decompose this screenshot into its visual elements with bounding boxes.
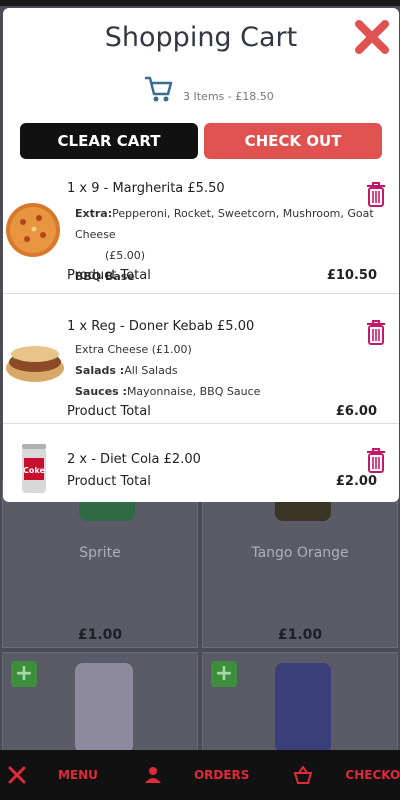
cutlery-icon bbox=[8, 766, 26, 784]
rio-can-image bbox=[75, 663, 133, 753]
pizza-image bbox=[6, 203, 60, 257]
top-bar bbox=[0, 0, 400, 6]
product-card-sprite[interactable]: Sprite £1.00 bbox=[2, 480, 198, 648]
close-icon[interactable] bbox=[353, 18, 391, 56]
product-total-label: Product Total bbox=[67, 404, 151, 419]
nav-menu[interactable]: MENU bbox=[8, 750, 98, 800]
checkout-button[interactable]: CHECK OUT bbox=[204, 123, 382, 159]
pepsi-can-image bbox=[275, 663, 331, 753]
nav-menu-label: MENU bbox=[58, 768, 98, 782]
product-card-pepsi[interactable]: + bbox=[202, 652, 398, 753]
clear-cart-button[interactable]: CLEAR CART bbox=[20, 123, 198, 159]
item-options: Extra Cheese (£1.00) Salads :All Salads … bbox=[75, 339, 395, 402]
kebab-image bbox=[6, 346, 64, 382]
product-price: £1.00 bbox=[277, 627, 323, 643]
product-total-label: Product Total bbox=[67, 268, 151, 283]
add-product-button[interactable]: + bbox=[211, 661, 237, 687]
salads-text: All Salads bbox=[124, 364, 178, 377]
cart-item: Coke 2 x - Diet Cola £2.00 Product Total… bbox=[3, 424, 399, 502]
product-name: Tango Orange bbox=[251, 545, 349, 561]
nav-orders[interactable]: ORDERS bbox=[144, 750, 249, 800]
extra-label: Extra: bbox=[75, 207, 113, 220]
bottom-nav: MENU ORDERS CHECKOUT bbox=[0, 750, 400, 800]
salads-label: Salads : bbox=[75, 364, 125, 377]
add-product-button[interactable]: + bbox=[11, 661, 37, 687]
product-price: £1.00 bbox=[77, 627, 123, 643]
nav-orders-label: ORDERS bbox=[193, 768, 250, 782]
product-name: Sprite bbox=[79, 545, 121, 561]
svg-text:Coke: Coke bbox=[23, 466, 45, 475]
trash-icon[interactable] bbox=[365, 446, 387, 474]
shopping-cart-modal: Shopping Cart 3 Items - £18.50 CLEAR CAR… bbox=[3, 8, 399, 502]
user-icon bbox=[144, 767, 161, 783]
product-total-value: £10.50 bbox=[326, 268, 377, 283]
product-total-value: £2.00 bbox=[335, 474, 377, 489]
cart-item: 1 x 9 - Margherita £5.50 Extra:Pepperoni… bbox=[3, 170, 399, 294]
nav-checkout-label: CHECKOUT bbox=[345, 768, 400, 782]
item-line: 1 x 9 - Margherita £5.50 bbox=[67, 181, 225, 196]
sauces-text: Mayonnaise, BBQ Sauce bbox=[126, 385, 261, 398]
cart-icon bbox=[145, 76, 173, 101]
diet-cola-can-image: Coke bbox=[22, 444, 46, 493]
cart-title: Shopping Cart bbox=[104, 22, 298, 53]
product-card-tango-orange[interactable]: Tango Orange £1.00 bbox=[202, 480, 398, 648]
cart-summary-text: 3 Items - £18.50 bbox=[183, 90, 274, 103]
nav-checkout[interactable]: CHECKOUT bbox=[293, 750, 400, 800]
sauces-label: Sauces : bbox=[75, 385, 127, 398]
basket-icon bbox=[294, 766, 313, 784]
product-total-label: Product Total bbox=[67, 474, 151, 489]
extra-text: Extra Cheese (£1.00) bbox=[75, 343, 192, 356]
extra-text: Pepperoni, Rocket, Sweetcorn, Mushroom, … bbox=[75, 207, 374, 241]
item-line: 1 x Reg - Doner Kebab £5.00 bbox=[67, 319, 255, 334]
extra-price: (£5.00) bbox=[105, 249, 146, 262]
product-total-value: £6.00 bbox=[335, 404, 377, 419]
cart-item: 1 x Reg - Doner Kebab £5.00 Extra Cheese… bbox=[3, 294, 399, 424]
cart-summary: 3 Items - £18.50 bbox=[143, 74, 274, 103]
product-card-rio[interactable]: + bbox=[2, 652, 198, 753]
item-line: 2 x - Diet Cola £2.00 bbox=[67, 452, 201, 467]
